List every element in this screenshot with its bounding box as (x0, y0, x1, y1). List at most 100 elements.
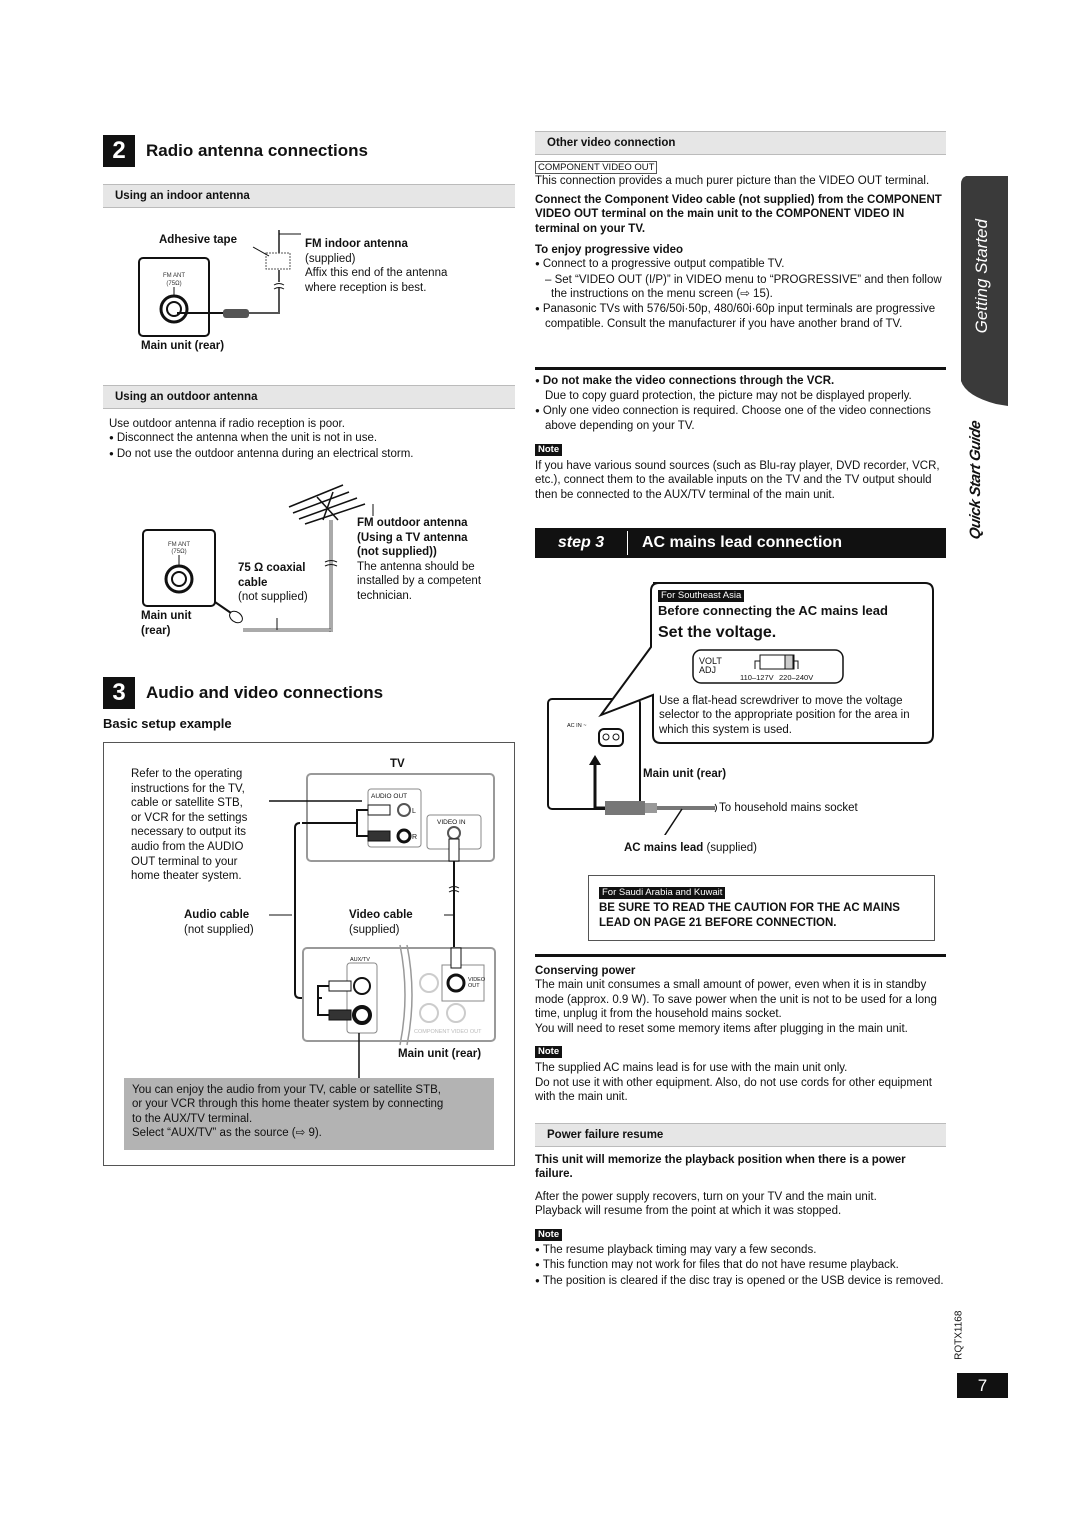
vcr-reason: Due to copy guard protection, the pictur… (545, 390, 912, 403)
main-unit-rear-label: Main unit (rear) (141, 340, 225, 352)
video-cable-label: Video cable (349, 909, 413, 921)
failure-note-bullet: The resume playback timing may vary a fe… (535, 1243, 946, 1258)
section-title: Radio antenna connections (146, 140, 368, 160)
section-radio-antenna-heading: 2 Radio antenna connections (103, 135, 368, 167)
volt-adj-label: VOLT ADJ (699, 657, 722, 675)
aux-plug-r-icon (328, 1009, 352, 1021)
failure-note-bullet: This function may not work for files tha… (535, 1258, 946, 1273)
power-failure-section: This unit will memorize the playback pos… (535, 1153, 946, 1289)
failure-text-1: After the power supply recovers, turn on… (535, 1190, 877, 1203)
before-connecting-text: Before connecting the AC mains lead (658, 603, 888, 618)
caution-text: BE SURE TO READ THE CAUTION FOR THE AC M… (599, 902, 900, 929)
progressive-bullet: Connect to a progressive output compatib… (535, 257, 946, 272)
section-av-heading: 3 Audio and video connections (103, 677, 383, 709)
aux-l-jack-icon (353, 977, 371, 995)
fm-indoor-antenna-desc-1: Affix this end of the antenna (305, 267, 448, 279)
video-out-jack-icon (446, 973, 466, 993)
main-unit-rear-label: Main unit (rear) (643, 768, 727, 780)
basic-setup-subtitle: Basic setup example (103, 716, 232, 731)
region-sea: For Southeast Asia (658, 588, 745, 602)
adhesive-tape-label: Adhesive tape (159, 234, 237, 246)
refer-line: OUT terminal to your (131, 855, 238, 868)
other-video-desc: This connection provides a much purer pi… (535, 175, 930, 188)
other-video-header: Other video connection (535, 131, 946, 155)
refer-line: home theater system. (131, 870, 242, 883)
power-note-2: Do not use it with other equipment. Also… (535, 1076, 932, 1104)
video-out-label-2: OUT (468, 983, 480, 989)
outdoor-intro: Use outdoor antenna if radio reception i… (109, 418, 345, 430)
note-badge: Note (535, 1228, 563, 1241)
refer-line: Refer to the operating (131, 768, 243, 780)
refer-line: instructions for the TV, (131, 782, 245, 795)
component-video-out-label: COMPONENT VIDEO OUT (414, 1029, 482, 1035)
audio-cable-note: (not supplied) (184, 924, 254, 936)
failure-text-2: Playback will resume from the point at w… (535, 1205, 842, 1218)
refer-line: or VCR for the settings (131, 811, 248, 824)
other-video-instruction: Connect the Component Video cable (not s… (535, 193, 942, 235)
household-socket-label: To household mains socket (719, 802, 858, 814)
video-cable-note: (supplied) (349, 924, 400, 936)
power-note-1: The supplied AC mains lead is for use wi… (535, 1062, 848, 1075)
section-number: 2 (103, 135, 135, 167)
fm-indoor-antenna-callout: FM indoor antenna (supplied) Affix this … (305, 237, 447, 295)
progressive-sub-item: – Set “VIDEO OUT (I/P)” in VIDEO menu to… (545, 273, 942, 301)
outdoor-bullet: Do not use the outdoor antenna during an… (109, 447, 514, 462)
adj-label: ADJ (699, 665, 717, 675)
lead-label: AC mains lead (624, 842, 704, 854)
fm-indoor-antenna-label: FM indoor antenna (305, 238, 408, 250)
step3-heading-bar: step 3 AC mains lead connection (535, 528, 946, 558)
vcr-notes: Do not make the video connections throug… (535, 374, 946, 502)
main-unit-label-2: (rear) (141, 624, 171, 637)
step-label: step 3 (557, 533, 605, 551)
step-divider (627, 531, 628, 555)
conserving-text-2: You will need to reset some memory items… (535, 1022, 908, 1035)
outdoor-antenna-diagram: FM ANT (75Ω) FM outdoor antenna (Using a… (103, 480, 515, 640)
getting-started-label: Getting Started (971, 218, 991, 334)
failure-bold-text: This unit will memorize the playback pos… (535, 1154, 906, 1181)
fm-ant-label: FM ANT (168, 542, 190, 548)
refer-line: cable or satellite STB, (131, 797, 243, 810)
info-line: to the AUX/TV terminal. (132, 1112, 253, 1125)
region-badge-southeast-asia: For Southeast Asia (658, 590, 745, 602)
power-failure-header: Power failure resume (535, 1123, 946, 1147)
indoor-antenna-header: Using an indoor antenna (103, 184, 515, 208)
component-video-out-tag: COMPONENT VIDEO OUT (535, 161, 658, 174)
ac-mains-diagram: For Southeast Asia Before connecting the… (535, 575, 946, 854)
divider (535, 954, 946, 957)
info-line: or your VCR through this home theater sy… (132, 1098, 444, 1111)
set-voltage-text: Set the voltage. (658, 624, 777, 641)
aux-plug-l-icon (328, 980, 352, 992)
divider (535, 367, 946, 370)
other-video-content: COMPONENT VIDEO OUT This connection prov… (535, 160, 946, 331)
doc-code: RQTX1168 (953, 1310, 965, 1360)
audio-cable-label: Audio cable (184, 909, 250, 921)
tv-label: TV (390, 758, 405, 770)
vcr-warning: Do not make the video connections throug… (535, 374, 946, 389)
refer-line: audio from the AUDIO (131, 840, 244, 853)
fm-indoor-antenna-desc-2: where reception is best. (305, 281, 427, 294)
fm-outdoor-antenna-desc-1: The antenna should be (357, 560, 475, 573)
note-badge: Note (535, 443, 563, 456)
coaxial-cable-callout: 75 Ω coaxial cable (not supplied) (238, 561, 308, 605)
page-number: 7 (957, 1373, 1008, 1398)
step-title: AC mains lead connection (642, 533, 843, 551)
aux-tv-label: AUX/TV (350, 957, 370, 963)
region-badge-saudi-kuwait: For Saudi Arabia and Kuwait (599, 887, 726, 899)
quick-start-guide-label: Quick Start Guide (966, 419, 984, 541)
fm-outdoor-antenna-label-3: (not supplied)) (357, 546, 437, 558)
ac-in-label: AC IN ~ (567, 723, 587, 729)
audio-r-label: R (412, 834, 418, 841)
coaxial-cable-note: (not supplied) (238, 591, 308, 603)
fm-outdoor-antenna-desc-3: technician. (357, 589, 412, 602)
av-setup-diagram-box: Refer to the operating instructions for … (103, 742, 515, 1166)
section-title: Audio and video connections (146, 682, 384, 702)
coaxial-cable-label-1: 75 Ω coaxial (238, 562, 306, 574)
progressive-title: To enjoy progressive video (535, 244, 684, 257)
fm-ant-ohm-label: (75Ω) (166, 281, 181, 287)
aux-r-jack-icon (352, 1005, 372, 1025)
main-unit-rear-label: Main unit (rear) (141, 609, 191, 638)
audio-plug-l-icon (367, 804, 391, 816)
lead-note: (supplied) (706, 842, 757, 854)
fm-outdoor-antenna-label-2: (Using a TV antenna (357, 531, 468, 544)
getting-started-tab-label-wrap: Getting Started (956, 176, 1008, 376)
